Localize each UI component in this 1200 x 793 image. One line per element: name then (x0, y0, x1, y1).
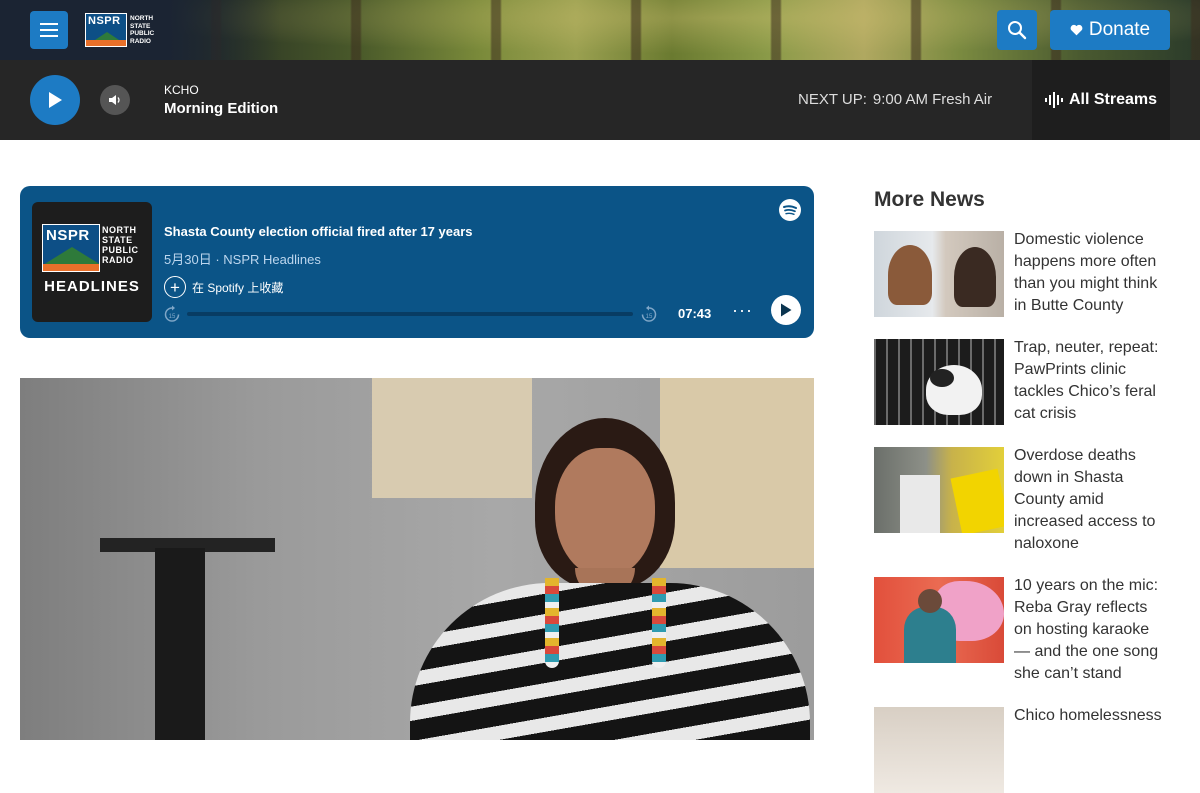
all-streams-label: All Streams (1068, 91, 1158, 108)
donate-label: Donate (1088, 19, 1151, 40)
search-button[interactable] (997, 10, 1037, 50)
more-news-heading: More News (874, 188, 985, 211)
meta-separator: · (215, 252, 220, 267)
live-player-bar: KCHO Morning Edition NEXT UP: 9:00 AM Fre… (0, 60, 1200, 140)
news-headline[interactable]: Chico homelessness (1014, 705, 1164, 727)
news-thumbnail[interactable] (874, 707, 1004, 793)
live-play-button[interactable] (30, 75, 80, 125)
next-up-program: Fresh Air (932, 91, 993, 108)
spotify-logo-icon[interactable] (779, 199, 801, 221)
next-up-label: NEXT UP: (798, 91, 867, 108)
volume-button[interactable] (100, 85, 130, 115)
episode-date: 5月30日 (164, 252, 212, 267)
podcast-cover-art: NSPR NORTH STATE PUBLIC RADIO HEADLINES (32, 202, 152, 322)
svg-text:15: 15 (646, 314, 653, 320)
donate-button[interactable]: Donate (1050, 10, 1170, 50)
now-playing-program: Morning Edition (164, 100, 279, 117)
article-lead-image (20, 378, 814, 740)
skip-forward-icon: 15 (641, 305, 657, 322)
episode-meta: 5月30日 · NSPR Headlines (164, 249, 321, 268)
news-thumbnail[interactable] (874, 447, 1004, 533)
show-name-link[interactable]: NSPR Headlines (223, 252, 321, 267)
save-on-spotify-button[interactable]: + 在 Spotify 上收藏 (164, 276, 283, 298)
play-icon (49, 92, 62, 108)
svg-text:15: 15 (169, 314, 176, 320)
cover-logo-text: NORTH STATE PUBLIC RADIO (102, 225, 139, 265)
skip-forward-button[interactable]: 15 (640, 305, 658, 323)
skip-back-icon: 15 (164, 305, 180, 322)
station-call-sign: KCHO (164, 83, 199, 97)
logo-mark: NSPR (85, 13, 127, 47)
site-header: NSPR NORTH STATE PUBLIC RADIO Donate (0, 0, 1200, 60)
news-headline[interactable]: 10 years on the mic: Reba Gray reflects … (1014, 575, 1164, 685)
progress-bar[interactable] (187, 312, 633, 316)
news-thumbnail[interactable] (874, 231, 1004, 317)
news-thumbnail[interactable] (874, 577, 1004, 663)
skip-back-button[interactable]: 15 (163, 305, 181, 323)
news-headline[interactable]: Domestic violence happens more often tha… (1014, 229, 1164, 317)
play-icon (781, 303, 792, 317)
news-thumbnail[interactable] (874, 339, 1004, 425)
cover-title: HEADLINES (44, 278, 140, 295)
hamburger-icon (40, 23, 58, 25)
menu-button[interactable] (30, 11, 68, 49)
cover-logo-mark: NSPR (42, 224, 100, 272)
news-headline[interactable]: Overdose deaths down in Shasta County am… (1014, 445, 1164, 555)
next-up: NEXT UP: 9:00 AM Fresh Air (798, 91, 992, 108)
plus-circle-icon: + (164, 276, 186, 298)
site-logo[interactable]: NSPR NORTH STATE PUBLIC RADIO (85, 12, 161, 48)
volume-icon (109, 95, 120, 105)
search-icon (1008, 21, 1027, 40)
logo-text: NORTH STATE PUBLIC RADIO (130, 15, 155, 45)
save-label: 在 Spotify 上收藏 (192, 280, 284, 295)
next-up-time: 9:00 AM (872, 91, 928, 108)
episode-play-button[interactable] (771, 295, 801, 325)
all-streams-button[interactable]: All Streams (1032, 60, 1170, 140)
more-options-button[interactable]: ··· (732, 300, 753, 321)
news-headline[interactable]: Trap, neuter, repeat: PawPrints clinic t… (1014, 337, 1164, 425)
episode-title[interactable]: Shasta County election official fired af… (164, 224, 473, 239)
episode-duration: 07:43 (678, 306, 712, 321)
audio-wave-icon (1044, 92, 1063, 108)
heart-icon (1070, 24, 1083, 36)
spotify-embed-player: NSPR NORTH STATE PUBLIC RADIO HEADLINES … (20, 186, 814, 338)
